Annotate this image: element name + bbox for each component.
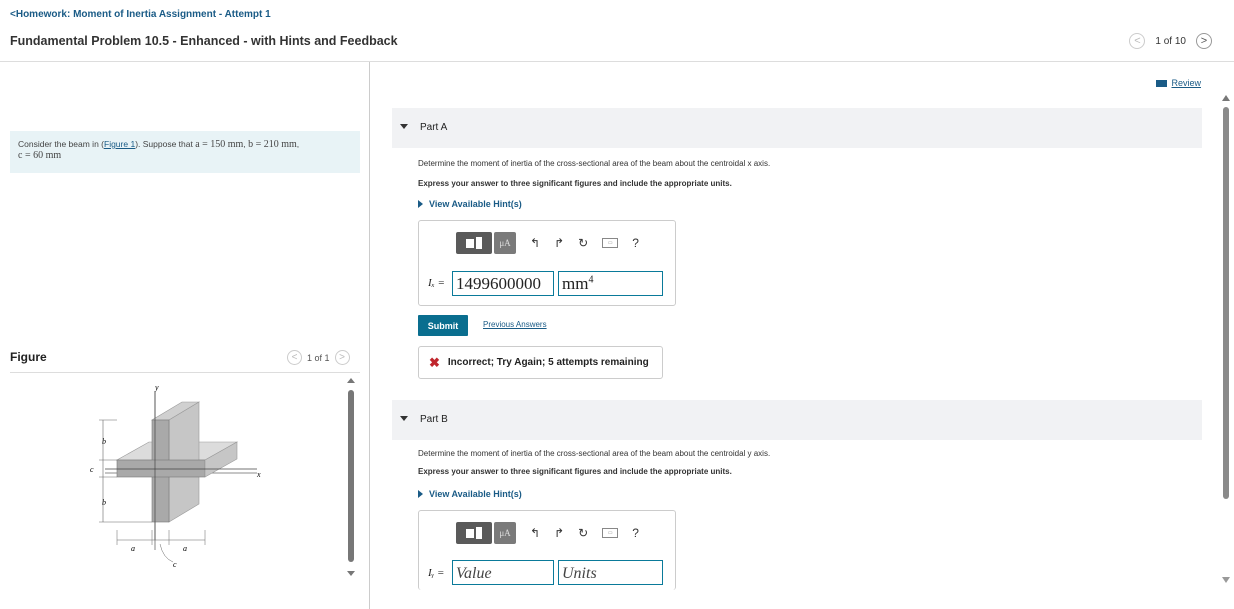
part-b-header[interactable]: Part B bbox=[392, 400, 1202, 440]
caret-right-icon bbox=[418, 200, 423, 208]
help-icon[interactable]: ? bbox=[632, 236, 639, 250]
part-a-answer-box: μA ↰ ↱ ↻ ▭ ? Iₓ = 1499600000 mm4 bbox=[418, 220, 676, 306]
iy-label: Iᵧ = bbox=[428, 567, 445, 579]
part-b-units-input[interactable]: Units bbox=[558, 560, 663, 585]
part-b-value-placeholder: Value bbox=[456, 565, 492, 582]
page-title: Fundamental Problem 10.5 - Enhanced - wi… bbox=[10, 34, 398, 48]
problem-text-1: Consider the beam in ( bbox=[18, 139, 104, 149]
units-button[interactable]: μA bbox=[494, 522, 516, 544]
keyboard-icon[interactable]: ▭ bbox=[602, 238, 619, 248]
value-c: c = 60 mm bbox=[18, 150, 62, 161]
review-link[interactable]: Review bbox=[1156, 78, 1201, 88]
feedback-message: ✖ Incorrect; Try Again; 5 attempts remai… bbox=[418, 346, 663, 379]
part-a-instruction: Express your answer to three significant… bbox=[418, 179, 732, 188]
part-a-header[interactable]: Part A bbox=[392, 108, 1202, 148]
part-a-unit-exp: 4 bbox=[588, 274, 594, 286]
feedback-text: Incorrect; Try Again; 5 attempts remaini… bbox=[447, 357, 649, 368]
fig-label-c-left: c bbox=[90, 465, 94, 474]
fig-label-a-left: a bbox=[131, 544, 135, 553]
part-b-units-placeholder: Units bbox=[562, 565, 597, 582]
main-scrollbar[interactable] bbox=[1221, 95, 1231, 585]
ix-label: Iₓ = bbox=[428, 277, 445, 289]
next-problem-button[interactable]: > bbox=[1196, 33, 1212, 49]
part-a-value: 1499600000 bbox=[456, 274, 541, 293]
part-a-value-input[interactable]: 1499600000 bbox=[452, 271, 554, 296]
next-figure-button[interactable]: > bbox=[334, 350, 350, 365]
part-b-value-input[interactable]: Value bbox=[452, 560, 554, 585]
figure-scrollbar[interactable] bbox=[347, 378, 355, 576]
hint-label: View Available Hint(s) bbox=[429, 199, 522, 209]
units-button[interactable]: μA bbox=[494, 232, 516, 254]
header-divider bbox=[0, 61, 1234, 62]
part-a-units-input[interactable]: mm4 bbox=[558, 271, 663, 296]
part-a-unit: mm bbox=[562, 274, 589, 293]
reset-icon[interactable]: ↻ bbox=[578, 236, 588, 250]
hint-label: View Available Hint(s) bbox=[429, 489, 522, 499]
figure-pager: < 1 of 1 > bbox=[287, 350, 350, 365]
caret-down-icon bbox=[400, 416, 408, 421]
beam-cross-section-figure: y x b c b a a c bbox=[90, 383, 261, 569]
problem-statement: Consider the beam in (Figure 1). Suppose… bbox=[10, 131, 360, 173]
figure-link[interactable]: Figure 1 bbox=[104, 139, 135, 149]
value-a: a = 150 mm bbox=[195, 139, 244, 150]
pager-label: 1 of 10 bbox=[1155, 35, 1186, 47]
submit-button[interactable]: Submit bbox=[418, 315, 468, 336]
part-b-hint-toggle[interactable]: View Available Hint(s) bbox=[418, 489, 522, 499]
part-a-question: Determine the moment of inertia of the c… bbox=[418, 159, 771, 168]
part-b-answer-box: μA ↰ ↱ ↻ ▭ ? Iᵧ = Value Units bbox=[418, 510, 676, 590]
reset-icon[interactable]: ↻ bbox=[578, 526, 588, 540]
figure-heading: Figure bbox=[10, 350, 47, 364]
fig-label-c-bottom: c bbox=[173, 560, 177, 569]
breadcrumb-link[interactable]: <Homework: Moment of Inertia Assignment … bbox=[10, 9, 271, 20]
template-button[interactable] bbox=[456, 232, 492, 254]
template-button[interactable] bbox=[456, 522, 492, 544]
previous-answers-link[interactable]: Previous Answers bbox=[483, 320, 547, 329]
problem-pager: < 1 of 10 > bbox=[1129, 33, 1212, 49]
math-toolbar: μA ↰ ↱ ↻ ▭ ? bbox=[456, 521, 639, 545]
redo-icon[interactable]: ↱ bbox=[554, 526, 564, 540]
prev-figure-button[interactable]: < bbox=[287, 350, 302, 365]
math-toolbar: μA ↰ ↱ ↻ ▭ ? bbox=[456, 231, 639, 255]
undo-icon[interactable]: ↰ bbox=[530, 526, 540, 540]
figure-divider bbox=[10, 372, 360, 373]
part-b-question: Determine the moment of inertia of the c… bbox=[418, 449, 771, 458]
error-x-icon: ✖ bbox=[429, 354, 440, 370]
fig-label-a-right: a bbox=[183, 544, 187, 553]
prev-problem-button[interactable]: < bbox=[1129, 33, 1146, 49]
review-label: Review bbox=[1171, 78, 1201, 88]
help-icon[interactable]: ? bbox=[632, 526, 639, 540]
redo-icon[interactable]: ↱ bbox=[554, 236, 564, 250]
part-a-title: Part A bbox=[420, 122, 448, 133]
part-b-title: Part B bbox=[420, 414, 448, 425]
fig-label-x: x bbox=[256, 470, 261, 479]
part-a-hint-toggle[interactable]: View Available Hint(s) bbox=[418, 199, 522, 209]
undo-icon[interactable]: ↰ bbox=[530, 236, 540, 250]
breadcrumb-label: Homework: Moment of Inertia Assignment -… bbox=[15, 9, 271, 20]
book-icon bbox=[1156, 79, 1168, 87]
value-b: b = 210 mm bbox=[248, 139, 297, 150]
figure-pager-label: 1 of 1 bbox=[307, 352, 330, 363]
keyboard-icon[interactable]: ▭ bbox=[602, 528, 619, 538]
fig-label-b-top: b bbox=[102, 437, 106, 446]
fig-label-b-bottom: b bbox=[102, 498, 106, 507]
problem-text-2: ). Suppose that bbox=[135, 139, 196, 149]
sep2: , bbox=[296, 139, 300, 149]
part-b-instruction: Express your answer to three significant… bbox=[418, 467, 732, 476]
caret-right-icon bbox=[418, 490, 423, 498]
fig-label-y: y bbox=[154, 383, 159, 392]
caret-down-icon bbox=[400, 124, 408, 129]
pane-divider[interactable] bbox=[369, 62, 370, 609]
